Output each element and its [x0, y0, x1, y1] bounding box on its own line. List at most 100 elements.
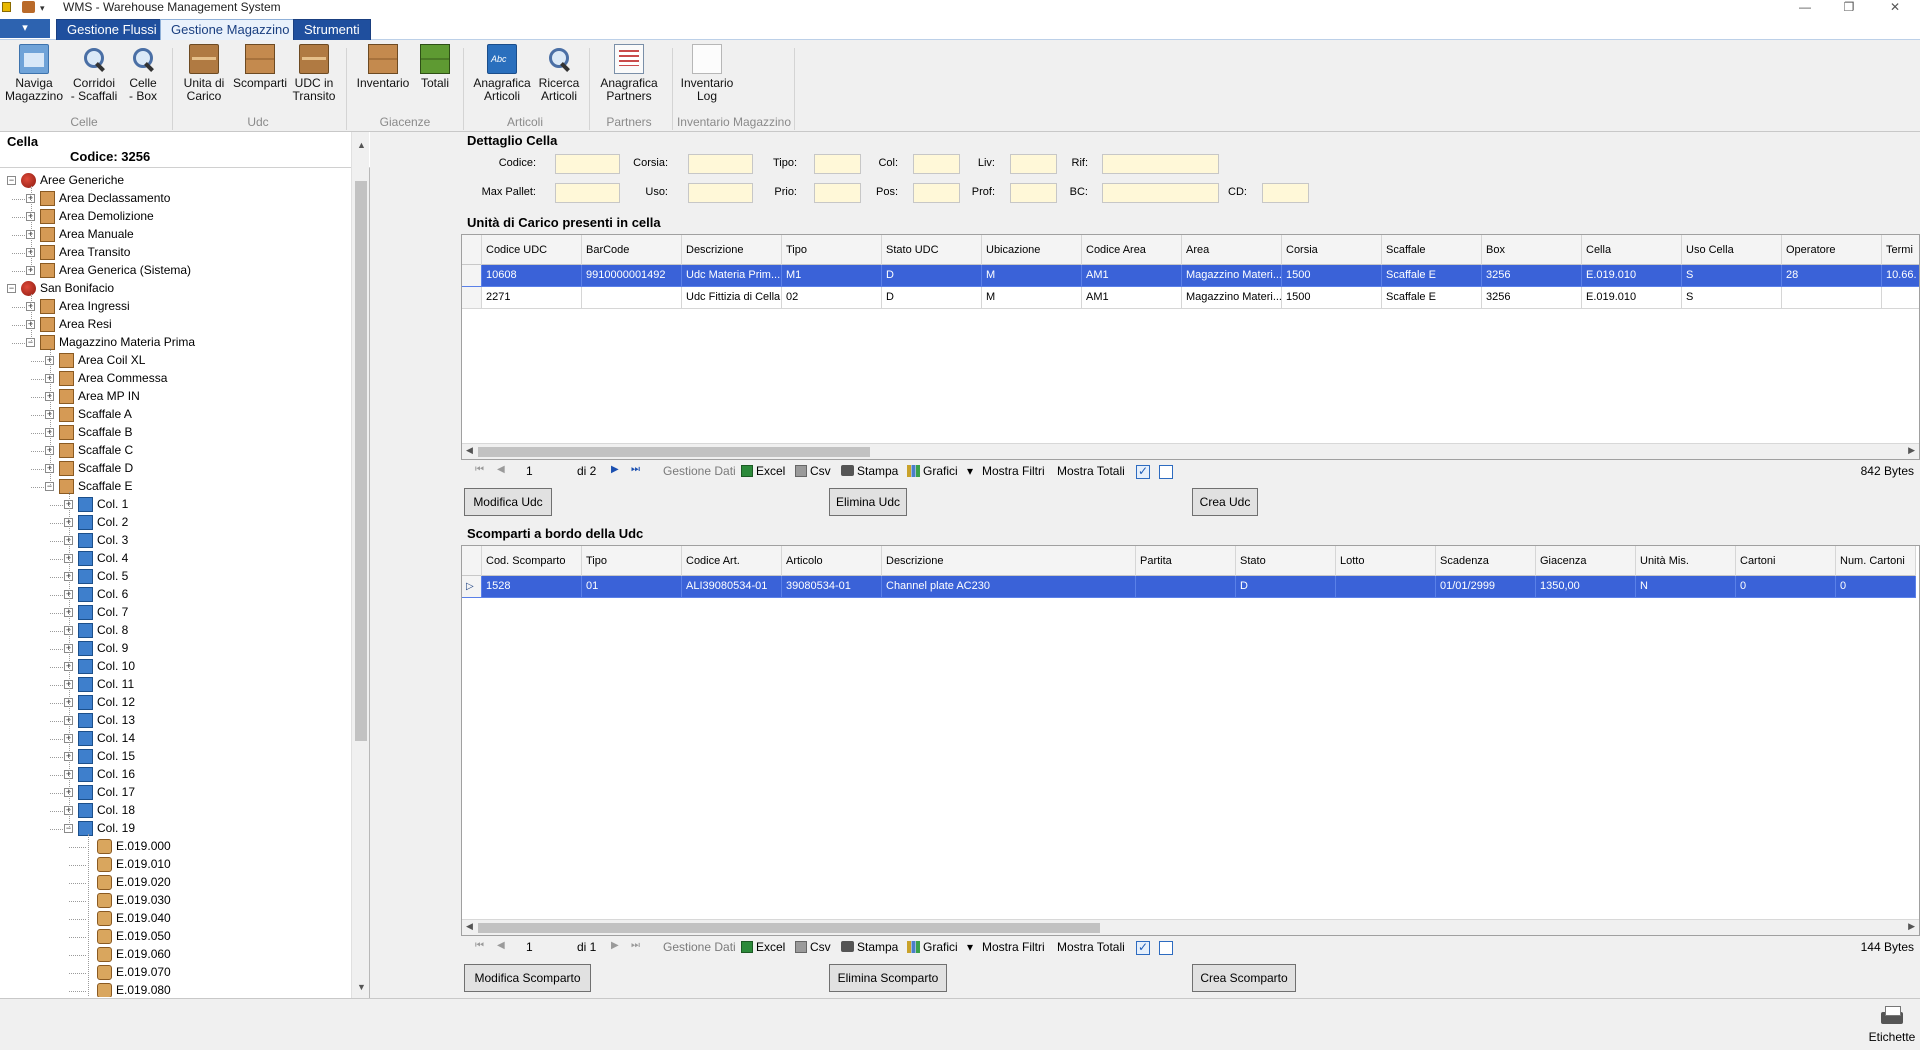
tree-node[interactable]: + Col. 17 — [0, 784, 350, 802]
grid-horizontal-scrollbar[interactable]: ◀ ▶ — [462, 443, 1919, 459]
tree-node[interactable]: + Col. 10 — [0, 658, 350, 676]
first-page-icon[interactable]: ⏮ — [475, 940, 484, 951]
elimina-scomparto-button[interactable]: Elimina Scomparto — [829, 964, 947, 992]
column-header[interactable]: Partita — [1136, 546, 1236, 576]
stampa-button[interactable]: Stampa — [841, 940, 898, 954]
crea-scomparto-button[interactable]: Crea Scomparto — [1192, 964, 1296, 992]
ricerca-articoli-button[interactable]: Ricerca Articoli — [536, 44, 582, 103]
udc-grid[interactable]: Codice UDC BarCode Descrizione Tipo Stato UD… — [461, 234, 1920, 460]
scroll-right-icon[interactable]: ▶ — [1908, 921, 1915, 932]
row-selector[interactable]: ▷ — [462, 576, 482, 598]
collapse-icon[interactable]: − — [7, 284, 16, 293]
modifica-udc-button[interactable]: Modifica Udc — [464, 488, 552, 516]
table-cell[interactable]: 1500 — [1282, 287, 1382, 309]
table-cell[interactable]: Scaffale E — [1382, 287, 1482, 309]
tree-node[interactable]: + Area Transito — [0, 244, 350, 262]
tree-node[interactable]: + Col. 18 — [0, 802, 350, 820]
scroll-up-icon[interactable]: ▲ — [357, 140, 366, 150]
column-header[interactable]: Descrizione — [882, 546, 1136, 576]
corridoi-scaffali-button[interactable]: Corridoi - Scaffali — [66, 44, 122, 103]
naviga-magazzino-button[interactable]: Naviga Magazzino — [4, 44, 64, 103]
scroll-right-icon[interactable]: ▶ — [1908, 445, 1915, 456]
column-header[interactable]: Scaffale — [1382, 235, 1482, 265]
column-header[interactable]: Box — [1482, 235, 1582, 265]
uso-field[interactable] — [688, 183, 753, 203]
tree-leaf-cell[interactable]: E.019.070 — [0, 964, 350, 982]
bc-field[interactable] — [1102, 183, 1219, 203]
tree-node[interactable]: + Col. 15 — [0, 748, 350, 766]
table-cell[interactable]: 1350,00 — [1536, 576, 1636, 598]
table-cell[interactable]: 10608 — [482, 265, 582, 287]
last-page-icon[interactable]: ⏭ — [631, 464, 640, 475]
checkbox-checked[interactable] — [1136, 464, 1150, 479]
next-page-icon[interactable]: ▶ — [611, 464, 619, 475]
quick-access-icon[interactable] — [22, 1, 35, 13]
page-number-input[interactable]: 1 — [526, 940, 533, 954]
grafici-button[interactable]: Grafici — [907, 940, 958, 954]
tree-node[interactable]: + Col. 7 — [0, 604, 350, 622]
crea-udc-button[interactable]: Crea Udc — [1192, 488, 1258, 516]
tree-node[interactable]: + Col. 3 — [0, 532, 350, 550]
scomparti-button[interactable]: Scomparti — [232, 44, 288, 90]
tree-node[interactable]: + Col. 4 — [0, 550, 350, 568]
table-cell[interactable]: E.019.010 — [1582, 287, 1682, 309]
pos-field[interactable] — [913, 183, 960, 203]
tree-node[interactable]: + Col. 11 — [0, 676, 350, 694]
quick-access-toolbar[interactable]: ▾ — [0, 0, 50, 16]
minimize-button[interactable]: — — [1790, 0, 1820, 16]
column-header[interactable]: Cella — [1582, 235, 1682, 265]
table-cell[interactable]: Udc Materia Prim... — [682, 265, 782, 287]
csv-button[interactable]: Csv — [795, 464, 831, 478]
previous-page-icon[interactable]: ◀ — [497, 464, 505, 475]
elimina-udc-button[interactable]: Elimina Udc — [829, 488, 907, 516]
tree-node[interactable]: + Scaffale A — [0, 406, 350, 424]
tree-leaf-cell[interactable]: E.019.040 — [0, 910, 350, 928]
scroll-down-icon[interactable]: ▼ — [357, 982, 366, 992]
table-cell[interactable]: 1500 — [1282, 265, 1382, 287]
table-cell[interactable]: 0 — [1836, 576, 1916, 598]
table-cell[interactable]: 01 — [582, 576, 682, 598]
quick-access-dropdown-icon[interactable]: ▾ — [40, 3, 45, 14]
tree-leaf-cell[interactable]: E.019.050 — [0, 928, 350, 946]
etichette-button[interactable]: Etichette — [1866, 1004, 1918, 1044]
table-cell[interactable] — [1336, 576, 1436, 598]
table-cell[interactable]: 3256 — [1482, 265, 1582, 287]
gestione-dati-button[interactable]: Gestione Dati — [663, 464, 736, 478]
table-cell[interactable]: 0 — [1736, 576, 1836, 598]
udc-in-transito-button[interactable]: UDC in Transito — [288, 44, 340, 103]
column-header[interactable]: Operatore — [1782, 235, 1882, 265]
table-cell[interactable]: N — [1636, 576, 1736, 598]
tab-gestione-magazzino[interactable]: Gestione Magazzino — [160, 19, 301, 40]
tree-node[interactable]: + Area Generica (Sistema) — [0, 262, 350, 280]
collapse-icon[interactable]: − — [7, 176, 16, 185]
table-cell[interactable]: Channel plate AC230 — [882, 576, 1136, 598]
column-header[interactable]: Articolo — [782, 546, 882, 576]
table-cell[interactable]: Magazzino Materi... — [1182, 265, 1282, 287]
col-field[interactable] — [913, 154, 960, 174]
tree-node[interactable]: + Col. 5 — [0, 568, 350, 586]
scroll-left-icon[interactable]: ◀ — [466, 921, 473, 932]
tree-node[interactable]: + Area Demolizione — [0, 208, 350, 226]
column-header[interactable]: Codice Art. — [682, 546, 782, 576]
column-header[interactable]: Uso Cella — [1682, 235, 1782, 265]
table-cell[interactable]: D — [882, 287, 982, 309]
column-header[interactable]: Cod. Scomparto — [482, 546, 582, 576]
checkbox-checked[interactable] — [1136, 940, 1150, 955]
cd-field[interactable] — [1262, 183, 1309, 203]
table-cell[interactable]: Scaffale E — [1382, 265, 1482, 287]
page-number-input[interactable]: 1 — [526, 464, 533, 478]
table-cell[interactable]: 01/01/2999 — [1436, 576, 1536, 598]
next-page-icon[interactable]: ▶ — [611, 940, 619, 951]
table-cell[interactable] — [1136, 576, 1236, 598]
table-cell[interactable] — [1782, 287, 1882, 309]
column-header[interactable]: Giacenza — [1536, 546, 1636, 576]
table-cell[interactable]: 39080534-01 — [782, 576, 882, 598]
previous-page-icon[interactable]: ◀ — [497, 940, 505, 951]
checkbox-unchecked[interactable] — [1159, 941, 1173, 955]
table-cell[interactable]: E.019.010 — [1582, 265, 1682, 287]
table-cell[interactable]: S — [1682, 265, 1782, 287]
tree-node[interactable]: + Col. 12 — [0, 694, 350, 712]
scroll-thumb[interactable] — [478, 923, 1100, 933]
column-header[interactable]: Area — [1182, 235, 1282, 265]
row-selector[interactable] — [462, 265, 482, 287]
